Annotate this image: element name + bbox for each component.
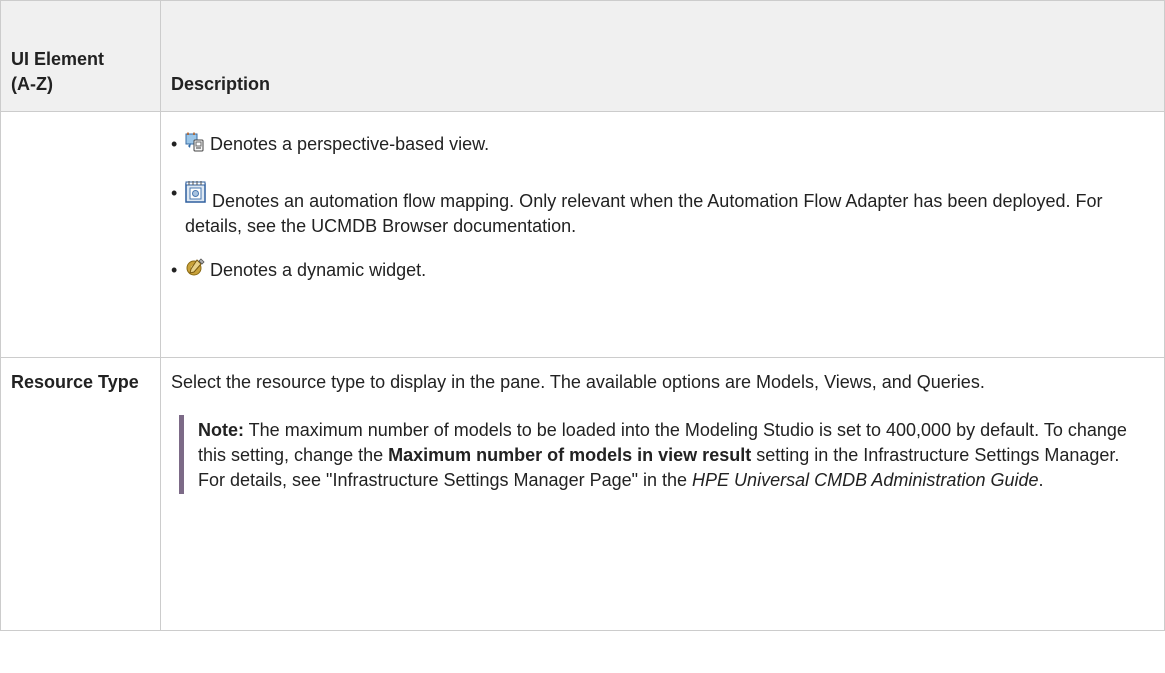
header-description: Description xyxy=(160,0,1165,112)
table-row: • Denotes a perspective-based view. • De… xyxy=(0,111,1165,358)
element-cell-resource-type: Resource Type xyxy=(0,357,161,631)
ui-elements-table: UI Element (A-Z) Description • Denotes a… xyxy=(0,0,1165,631)
automation-flow-icon xyxy=(185,181,207,210)
note-label: Note: xyxy=(198,420,244,440)
header-ui-element-line2: (A-Z) xyxy=(11,74,53,94)
list-item-text: Denotes a perspective-based view. xyxy=(210,134,490,154)
list-item-text: Denotes a dynamic widget. xyxy=(210,260,427,280)
resource-type-description: Select the resource type to display in t… xyxy=(171,372,985,392)
header-ui-element-line1: UI Element xyxy=(11,49,105,69)
list-item: • Denotes an automation flow mapping. On… xyxy=(171,181,1154,239)
table-row: Resource Type Select the resource type t… xyxy=(0,357,1165,631)
bullet: • xyxy=(171,260,178,280)
note-box: Note: The maximum number of models to be… xyxy=(179,415,1154,494)
note-text: Note: The maximum number of models to be… xyxy=(198,418,1134,493)
description-cell: Select the resource type to display in t… xyxy=(160,357,1165,631)
note-text-part3: . xyxy=(1038,470,1044,490)
header-ui-element: UI Element (A-Z) xyxy=(0,0,161,112)
list-item: • Denotes a perspective-based view. xyxy=(171,132,1154,159)
table-header-row: UI Element (A-Z) Description xyxy=(0,0,1165,112)
note-setting-name: Maximum number of models in view result xyxy=(388,445,752,465)
bullet: • xyxy=(171,134,178,154)
dynamic-widget-icon xyxy=(185,258,205,285)
description-cell: • Denotes a perspective-based view. • De… xyxy=(160,111,1165,358)
perspective-view-icon xyxy=(185,132,205,159)
bullet: • xyxy=(171,183,178,203)
list-item: • Denotes a dynamic widget. xyxy=(171,258,1154,285)
note-guide-title: HPE Universal CMDB Administration Guide xyxy=(692,470,1039,490)
list-item-text: Denotes an automation flow mapping. Only… xyxy=(185,191,1103,236)
element-cell-empty xyxy=(0,111,161,358)
icon-legend-list: • Denotes a perspective-based view. • De… xyxy=(171,132,1154,285)
